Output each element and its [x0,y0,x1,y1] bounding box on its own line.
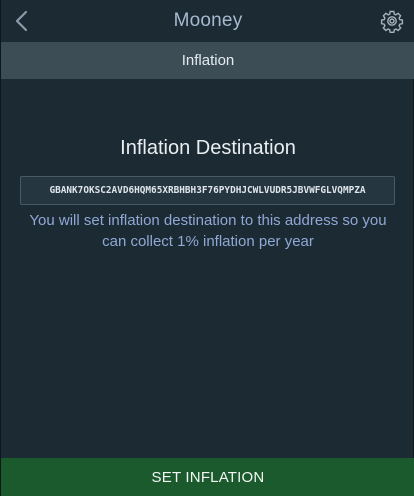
info-text: You will set inflation destination to th… [29,212,387,250]
app-title: Mooney [173,10,243,31]
page-heading: Inflation Destination [120,137,296,159]
section-title: Inflation [181,52,235,69]
chevron-left-icon [15,10,28,32]
app-window: Mooney Inflation Inflation Destination Y… [0,0,414,496]
back-button[interactable] [11,8,33,34]
set-inflation-button[interactable]: SET INFLATION [1,458,414,496]
gear-icon [380,10,404,33]
top-bar: Mooney [1,0,414,42]
inflation-address-input[interactable] [20,176,395,205]
section-header: Inflation [1,42,414,79]
settings-button[interactable] [379,8,405,34]
